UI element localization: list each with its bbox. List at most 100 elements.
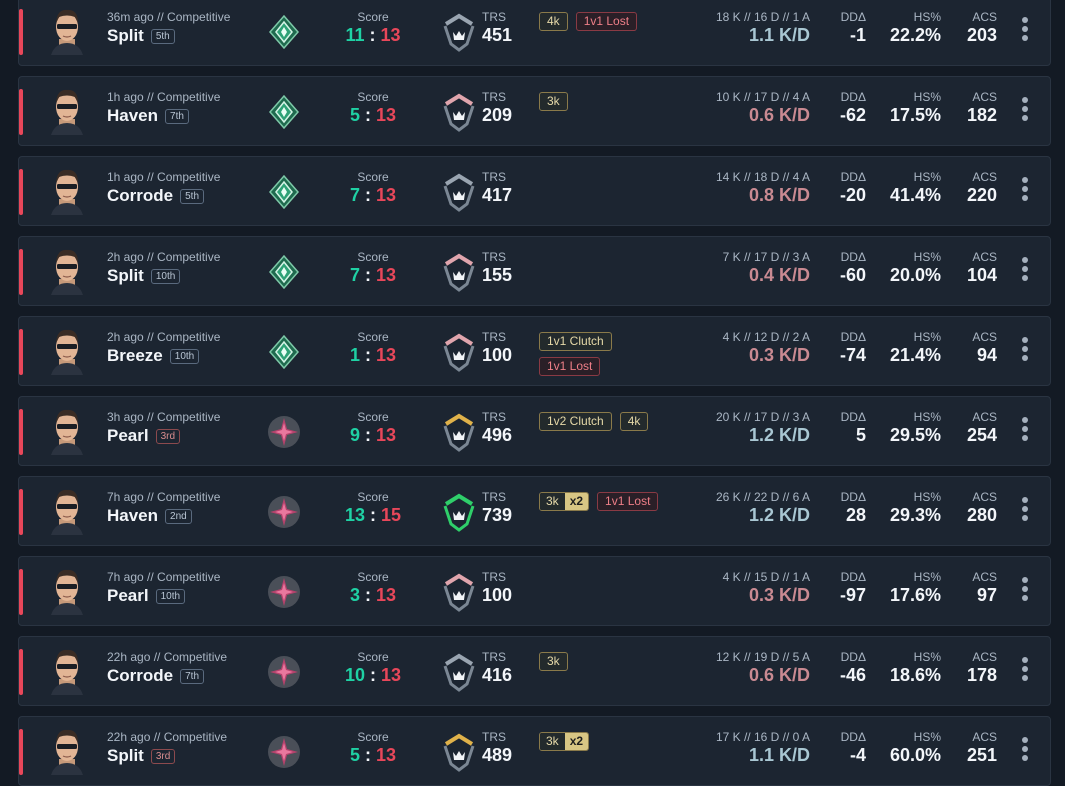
acs-value: 203	[966, 25, 997, 45]
acs-label: ACS	[972, 250, 997, 264]
match-meta: 36m ago // Competitive Split 5th	[107, 10, 230, 46]
match-row[interactable]: 2h ago // Competitive Breeze 10th Score 1 : …	[18, 316, 1051, 386]
trs-tier-icon	[442, 172, 476, 212]
score-label: Score	[357, 490, 389, 504]
kda-line: 10 K // 17 D // 4 A	[715, 90, 810, 104]
acs-stat: ACS 104	[967, 250, 997, 286]
match-time: 7h ago // Competitive	[107, 570, 221, 584]
result-indicator	[19, 569, 23, 615]
map-name: Pearl	[107, 426, 149, 445]
agent-portrait-icon	[47, 85, 87, 135]
more-vertical-icon[interactable]	[1020, 497, 1030, 527]
ddelta-label: DDΔ	[840, 650, 866, 664]
match-row[interactable]: 1h ago // Competitive Haven 7th Score 5 : 13…	[18, 76, 1051, 146]
hs-label: HS%	[913, 730, 941, 744]
trs-tier-icon	[442, 252, 476, 292]
emerald-rank-icon	[267, 174, 301, 210]
more-vertical-icon[interactable]	[1020, 17, 1030, 47]
score-label: Score	[357, 650, 389, 664]
headshot-stat: HS% 41.4%	[890, 170, 941, 206]
trs-block: TRS 209	[482, 90, 512, 126]
match-row[interactable]: 7h ago // Competitive Pearl 10th Score 3 : 1…	[18, 556, 1051, 626]
acs-stat: ACS 203	[967, 10, 997, 46]
damage-delta-stat: DDΔ -62	[840, 90, 866, 126]
kda-line: 4 K // 12 D // 2 A	[722, 330, 810, 344]
crimson-rank-icon	[267, 415, 301, 449]
match-time: 7h ago // Competitive	[107, 490, 221, 504]
match-row[interactable]: 1h ago // Competitive Corrode 5th Score 7 : …	[18, 156, 1051, 226]
hs-label: HS%	[913, 650, 941, 664]
multikill-badge: 3k x2	[539, 492, 590, 511]
enemy-score: 13	[375, 265, 397, 285]
highlight-badges: 1v2 Clutch 4k	[539, 412, 719, 437]
trs-label: TRS	[482, 650, 506, 664]
hs-label: HS%	[913, 490, 941, 504]
acs-label: ACS	[972, 570, 997, 584]
team-score: 5	[349, 105, 360, 125]
kd-ratio: 0.6 K/D	[748, 105, 810, 125]
score-label: Score	[357, 170, 389, 184]
team-score: 10	[344, 665, 365, 685]
ddelta-label: DDΔ	[840, 490, 866, 504]
kd-ratio: 1.1 K/D	[748, 25, 810, 45]
kd-ratio: 0.6 K/D	[748, 665, 810, 685]
match-time: 2h ago // Competitive	[107, 330, 221, 344]
placement-badge: 5th	[150, 28, 175, 44]
trs-value: 416	[482, 665, 513, 685]
trs-block: TRS 155	[482, 250, 512, 286]
trs-label: TRS	[482, 570, 506, 584]
acs-label: ACS	[972, 650, 997, 664]
match-row[interactable]: 22h ago // Competitive Corrode 7th Score 10 …	[18, 636, 1051, 706]
acs-label: ACS	[972, 90, 997, 104]
highlight-badge: 1v2 Clutch	[539, 412, 612, 431]
match-history-list: 36m ago // Competitive Split 5th Score 11 : …	[0, 0, 1065, 786]
ddelta-value: 28	[845, 505, 866, 525]
kda-block: 12 K // 19 D // 5 A 0.6 K/D	[716, 650, 810, 686]
trs-value: 739	[482, 505, 513, 525]
more-vertical-icon[interactable]	[1020, 577, 1030, 607]
kda-line: 18 K // 16 D // 1 A	[715, 10, 810, 24]
acs-stat: ACS 251	[967, 730, 997, 766]
headshot-stat: HS% 18.6%	[890, 650, 941, 686]
crimson-rank-icon	[267, 655, 301, 689]
acs-stat: ACS 254	[967, 410, 997, 446]
match-row[interactable]: 7h ago // Competitive Haven 2nd Score 13 : 1…	[18, 476, 1051, 546]
score-block: Score 7 : 13	[341, 250, 405, 286]
match-row[interactable]: 2h ago // Competitive Split 10th Score 7 : 1…	[18, 236, 1051, 306]
team-score: 1	[349, 345, 360, 365]
trs-tier-icon	[442, 652, 476, 692]
result-indicator	[19, 649, 23, 695]
acs-label: ACS	[972, 10, 997, 24]
kda-line: 26 K // 22 D // 6 A	[715, 490, 810, 504]
hs-label: HS%	[913, 330, 941, 344]
match-row[interactable]: 22h ago // Competitive Split 3rd Score 5 : 1…	[18, 716, 1051, 786]
more-vertical-icon[interactable]	[1020, 337, 1030, 367]
trs-value: 100	[482, 345, 513, 365]
highlight-badge: 1v1 Lost	[597, 492, 659, 511]
match-time: 22h ago // Competitive	[107, 730, 228, 744]
emerald-rank-icon	[267, 14, 301, 50]
placement-badge: 7th	[165, 108, 189, 124]
hs-label: HS%	[913, 90, 941, 104]
trs-value: 489	[482, 745, 513, 765]
more-vertical-icon[interactable]	[1020, 737, 1030, 767]
match-meta: 22h ago // Competitive Split 3rd	[107, 730, 227, 766]
highlight-badges: 1v1 Clutch 1v1 Lost	[539, 332, 719, 382]
more-vertical-icon[interactable]	[1020, 97, 1030, 127]
result-indicator	[19, 169, 23, 215]
match-row[interactable]: 3h ago // Competitive Pearl 3rd Score 9 : 13…	[18, 396, 1051, 466]
match-row[interactable]: 36m ago // Competitive Split 5th Score 11 : …	[18, 0, 1051, 66]
match-time: 22h ago // Competitive	[107, 650, 228, 664]
ddelta-label: DDΔ	[840, 330, 866, 344]
ddelta-value: -1	[849, 25, 866, 45]
headshot-stat: HS% 60.0%	[890, 730, 941, 766]
team-score: 13	[344, 505, 365, 525]
more-vertical-icon[interactable]	[1020, 657, 1030, 687]
more-vertical-icon[interactable]	[1020, 257, 1030, 287]
more-vertical-icon[interactable]	[1020, 417, 1030, 447]
trs-tier-icon	[442, 332, 476, 372]
highlight-badges: 3k x2 1v1 Lost	[539, 492, 719, 517]
kda-block: 20 K // 17 D // 3 A 1.2 K/D	[716, 410, 810, 446]
match-score: 7 : 13	[349, 265, 397, 285]
more-vertical-icon[interactable]	[1020, 177, 1030, 207]
